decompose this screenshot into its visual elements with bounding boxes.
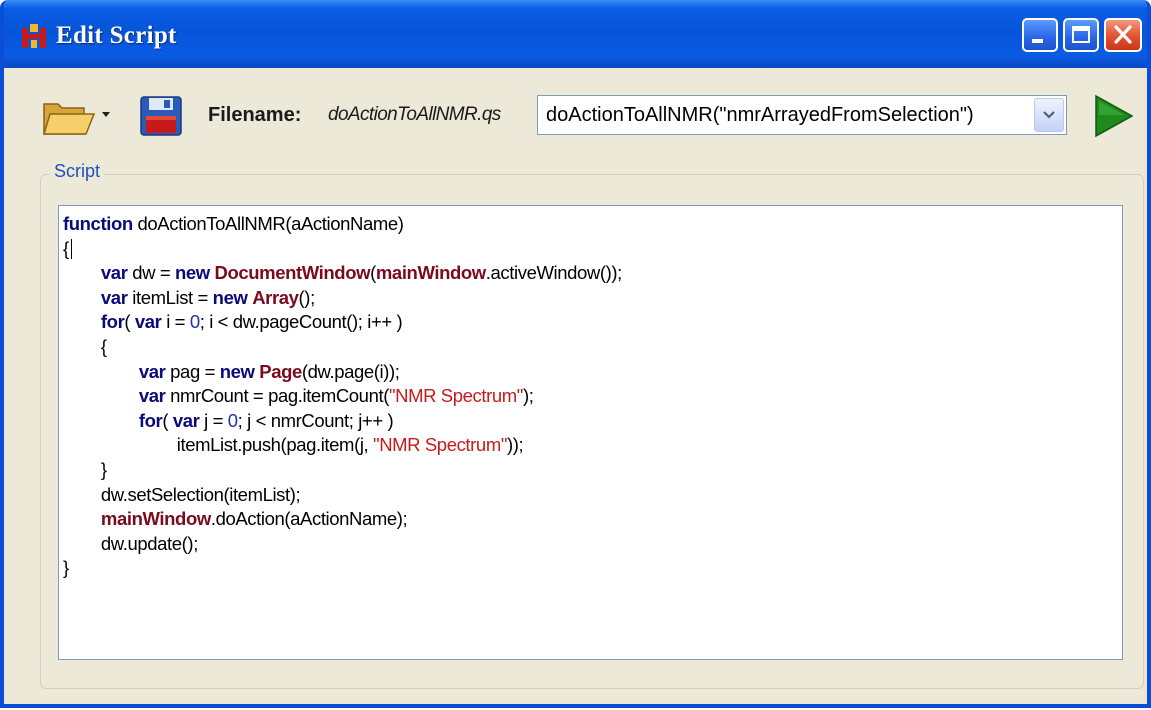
chevron-down-icon [1043,111,1055,119]
floppy-save-icon[interactable] [138,94,184,138]
title-bar[interactable]: Edit Script [4,0,1147,68]
code-token: var [138,360,166,382]
code-token: for [138,409,163,431]
code-line: mainWindow.doAction(aActionName); [63,507,622,532]
close-button[interactable] [1104,18,1142,52]
maximize-button[interactable] [1063,18,1099,52]
code-token: { [63,335,107,357]
code-token: var [100,262,128,284]
function-select-dropdown-button[interactable] [1034,98,1064,132]
code-token: ); [522,385,534,407]
code-token: var [172,409,200,431]
code-text: function doActionToAllNMR(aActionName){ … [63,212,622,581]
code-token: nmrCount = pag.itemCount( [165,385,389,407]
code-token: dw.update(); [63,532,198,554]
code-line: dw.setSelection(itemList); [63,483,622,508]
function-select-value: doActionToAllNMR("nmrArrayedFromSelectio… [546,104,974,126]
minimize-icon [1032,39,1043,43]
code-line: itemList.push(pag.item(j, "NMR Spectrum"… [63,433,622,458]
code-line: dw.update(); [63,532,622,557]
code-token: (); [298,286,316,308]
code-token: new [212,286,248,308]
code-line: var pag = new Page(dw.page(i)); [63,360,622,385]
chevron-down-icon[interactable] [100,108,112,120]
code-token: dw.setSelection(itemList); [63,483,301,505]
filename-value: doActionToAllNMR.qs [328,104,501,125]
code-token: dw = [127,262,175,284]
code-token: var [138,385,166,407]
code-line: var itemList = new Array(); [63,286,622,311]
code-token: .activeWindow()); [485,262,622,284]
code-token: i = [161,311,190,333]
code-token: } [63,557,69,579]
filename-label: Filename: [208,104,302,126]
close-icon [1114,25,1132,44]
code-line: } [63,556,622,581]
script-group-label: Script [50,161,105,182]
code-token: function [63,213,133,234]
code-token: (dw.page(i)); [301,360,400,382]
code-token: j = [199,409,228,431]
code-token: Page [259,360,302,382]
code-token: itemList = [127,286,213,308]
code-token: "NMR Spectrum" [373,434,508,456]
code-line: var dw = new DocumentWindow(mainWindow.a… [63,261,622,286]
code-token: new [174,262,210,284]
app-logo-icon [22,24,46,48]
code-token: Array [252,286,299,308]
code-line: for( var i = 0; i < dw.pageCount(); i++ … [63,310,622,335]
code-token: for [100,311,125,333]
code-token: mainWindow [375,262,486,284]
code-token: ( [162,409,173,431]
code-token: "NMR Spectrum" [388,385,523,407]
code-token: 0 [189,311,200,333]
code-token: ( [124,311,135,333]
code-token: new [219,360,255,382]
code-line: } [63,458,622,483]
code-token: .doAction(aActionName); [210,508,408,530]
code-token: { [63,237,69,259]
code-token: pag = [165,360,220,382]
function-select[interactable]: doActionToAllNMR("nmrArrayedFromSelectio… [537,95,1067,135]
text-cursor [70,238,72,259]
code-line: function doActionToAllNMR(aActionName) [63,212,622,237]
code-line: { [63,335,622,360]
code-line: var nmrCount = pag.itemCount("NMR Spectr… [63,384,622,409]
code-token: itemList.push(pag.item(j, [63,434,374,456]
code-token: mainWindow [100,508,211,530]
code-token: doActionToAllNMR(aActionName) [132,213,404,234]
code-token: 0 [227,409,238,431]
code-token: ; i < dw.pageCount(); i++ ) [199,311,403,333]
maximize-icon [1072,26,1090,43]
code-token: } [63,458,107,480]
code-token: var [134,311,162,333]
code-line: for( var j = 0; j < nmrCount; j++ ) [63,409,622,434]
code-token: )); [507,434,524,456]
script-editor[interactable]: function doActionToAllNMR(aActionName){ … [58,205,1123,660]
window-title: Edit Script [56,22,177,49]
code-token: var [100,286,128,308]
open-folder-icon[interactable] [40,94,96,138]
code-token: ; j < nmrCount; j++ ) [237,409,394,431]
code-line: { [63,237,622,262]
minimize-button[interactable] [1022,18,1058,52]
code-token: DocumentWindow [214,262,371,284]
play-icon[interactable] [1088,92,1136,140]
edit-script-window: Edit Script Filename: doActionToAllNMR.q… [0,0,1151,708]
